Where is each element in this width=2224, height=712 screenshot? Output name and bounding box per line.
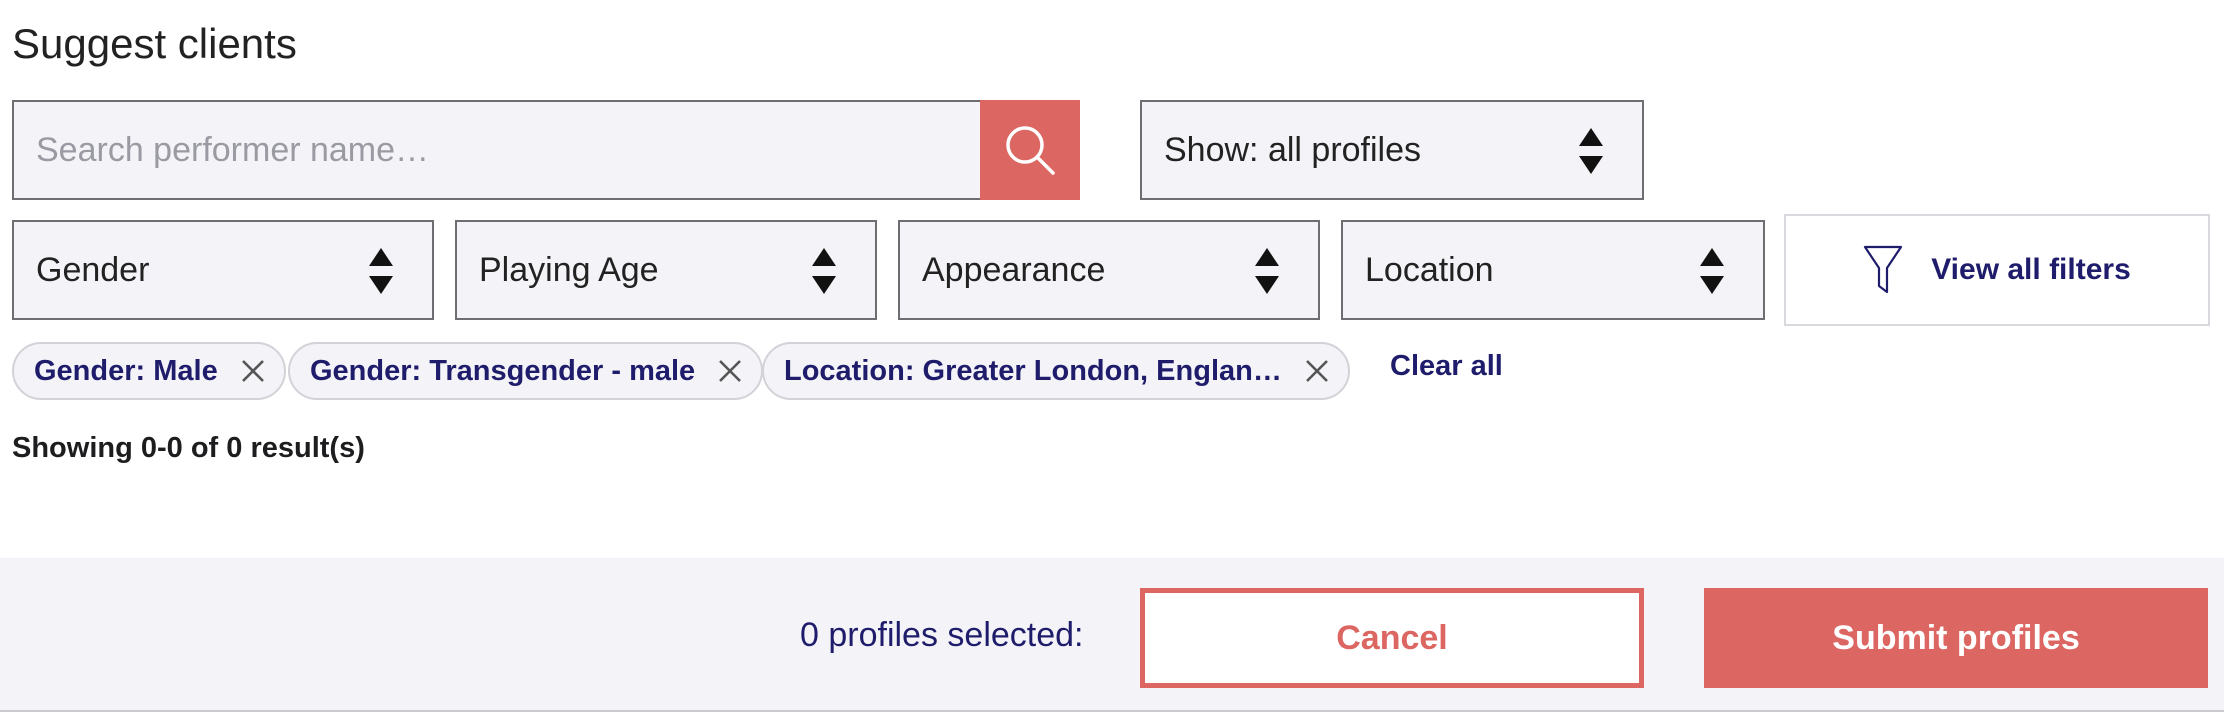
location-select-label: Location — [1365, 250, 1494, 289]
search-field — [12, 100, 982, 200]
search-icon — [1006, 126, 1055, 175]
funnel-icon — [1864, 245, 1903, 294]
gender-select[interactable]: Gender — [12, 220, 434, 320]
sort-arrows-icon — [1255, 248, 1279, 294]
show-profiles-select[interactable]: Show: all profiles — [1140, 100, 1644, 200]
submit-profiles-button[interactable]: Submit profiles — [1704, 588, 2208, 688]
search-button[interactable] — [980, 100, 1080, 200]
filter-chip-gender-male: Gender: Male — [12, 342, 286, 400]
footer-bar: 0 profiles selected: Cancel Submit profi… — [0, 558, 2224, 712]
clear-all-link[interactable]: Clear all — [1390, 350, 1503, 383]
show-profiles-select-label: Show: all profiles — [1164, 130, 1422, 169]
search-input[interactable] — [14, 102, 982, 198]
location-select[interactable]: Location — [1341, 220, 1765, 320]
profiles-selected-count: 0 profiles selected: — [800, 616, 1084, 654]
view-all-filters-label: View all filters — [1931, 253, 2131, 286]
results-count: Showing 0-0 of 0 result(s) — [12, 432, 365, 464]
close-icon[interactable] — [1304, 358, 1330, 384]
filter-chip-label: Location: Greater London, Englan… — [784, 354, 1282, 387]
filter-chip-location: Location: Greater London, Englan… — [762, 342, 1350, 400]
sort-arrows-icon — [369, 248, 393, 294]
sort-arrows-icon — [1700, 248, 1724, 294]
appearance-select[interactable]: Appearance — [898, 220, 1320, 320]
gender-select-label: Gender — [36, 250, 150, 289]
filter-chip-label: Gender: Transgender - male — [310, 354, 696, 387]
sort-arrows-icon — [812, 248, 836, 294]
filter-chip-gender-transgender-male: Gender: Transgender - male — [288, 342, 764, 400]
appearance-select-label: Appearance — [922, 250, 1106, 289]
playing-age-select[interactable]: Playing Age — [455, 220, 877, 320]
cancel-button[interactable]: Cancel — [1140, 588, 1644, 688]
close-icon[interactable] — [240, 358, 266, 384]
filter-chip-label: Gender: Male — [34, 354, 218, 387]
close-icon[interactable] — [717, 358, 743, 384]
suggest-clients-panel: Suggest clients Show: all profiles Gende… — [0, 0, 2224, 712]
page-title: Suggest clients — [12, 20, 297, 67]
sort-arrows-icon — [1579, 128, 1603, 174]
view-all-filters-button[interactable]: View all filters — [1784, 214, 2210, 326]
playing-age-select-label: Playing Age — [479, 250, 659, 289]
